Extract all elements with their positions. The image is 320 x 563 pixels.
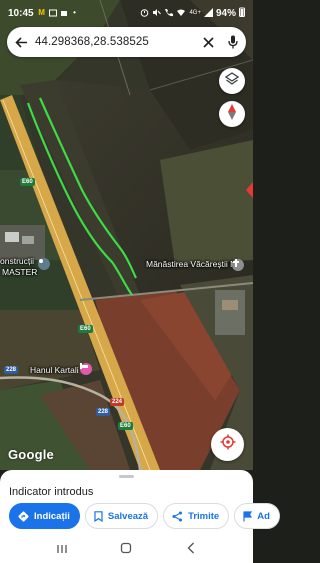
sheet-title: Indicator introdus xyxy=(9,486,94,498)
business-pin-icon[interactable] xyxy=(38,258,50,270)
gallery-notification-icon xyxy=(48,9,57,17)
home-button[interactable] xyxy=(116,540,136,560)
search-bar[interactable]: 44.298368,28.538525 xyxy=(7,27,246,57)
share-icon xyxy=(172,511,183,522)
hanul-kartali-label[interactable]: Hanul Kartali xyxy=(30,365,79,375)
satellite-map[interactable]: Mănăstirea Văcăreștii Noi onstrucții MAS… xyxy=(0,0,253,470)
mute-icon xyxy=(152,8,162,19)
location-target-icon xyxy=(220,434,236,455)
action-chips: Indicații Salvează Trimite Ad xyxy=(9,503,280,529)
place-bottom-sheet[interactable]: Indicator introdus Indicații Salvează Tr… xyxy=(0,470,280,536)
home-icon xyxy=(120,541,132,559)
chevron-left-icon xyxy=(187,541,195,559)
share-label: Trimite xyxy=(188,510,220,522)
network-type-icon: 4G+ xyxy=(189,10,201,16)
directions-label: Indicații xyxy=(34,510,70,522)
signal-icon xyxy=(203,7,213,19)
add-label-label: Ad xyxy=(257,510,270,522)
add-label-button[interactable]: Ad xyxy=(234,503,280,529)
status-icons: 4G+ 94% xyxy=(140,7,245,19)
bookmark-icon xyxy=(94,510,103,522)
close-icon[interactable] xyxy=(196,36,220,48)
save-label: Salvează xyxy=(107,510,149,522)
layers-button[interactable] xyxy=(219,68,245,94)
construction-label-line1: onstrucții xyxy=(0,256,35,266)
monastery-label[interactable]: Mănăstirea Văcăreștii Noi xyxy=(146,259,243,269)
compass-icon xyxy=(227,103,237,125)
recent-apps-icon xyxy=(56,541,68,559)
wifi-icon xyxy=(176,8,186,19)
layers-icon xyxy=(224,71,240,91)
flag-icon xyxy=(243,510,253,522)
more-notifications-icon: • xyxy=(73,8,76,17)
battery-icon xyxy=(239,7,245,19)
store-notification-icon xyxy=(60,9,68,17)
directions-icon xyxy=(18,510,29,522)
compass-button[interactable] xyxy=(219,101,245,127)
status-bar: 10:45 M • 4G+ 94% xyxy=(0,0,253,26)
road-224-shield: 224 xyxy=(110,398,125,406)
system-nav-bar xyxy=(0,536,253,563)
battery-level: 94% xyxy=(215,7,236,19)
map-imagery xyxy=(0,0,253,470)
my-location-button[interactable] xyxy=(211,428,244,461)
road-228-shield: 228 xyxy=(96,408,111,416)
back-button[interactable] xyxy=(181,540,201,560)
directions-button[interactable]: Indicații xyxy=(9,503,80,529)
mcdonalds-notification-icon: M xyxy=(38,8,45,17)
road-228-shield: 228 xyxy=(4,366,19,374)
place-of-worship-icon[interactable] xyxy=(232,259,244,271)
save-button[interactable]: Salvează xyxy=(84,503,159,529)
e60-shield: E60 xyxy=(20,178,35,186)
search-input[interactable]: 44.298368,28.538525 xyxy=(35,36,196,48)
alarm-icon xyxy=(140,8,149,19)
back-arrow-icon[interactable] xyxy=(7,36,35,49)
google-logo: Google xyxy=(8,447,54,462)
clock: 10:45 xyxy=(8,7,34,19)
microphone-icon[interactable] xyxy=(220,35,246,49)
e60-shield: E60 xyxy=(118,422,133,430)
hotel-pin-icon[interactable] xyxy=(80,363,92,375)
call-icon xyxy=(164,8,174,19)
construction-label-line2: MASTER xyxy=(2,267,38,277)
drag-handle[interactable] xyxy=(119,475,134,478)
e60-shield: E60 xyxy=(78,325,93,333)
recent-apps-button[interactable] xyxy=(52,540,72,560)
share-button[interactable]: Trimite xyxy=(163,503,230,529)
